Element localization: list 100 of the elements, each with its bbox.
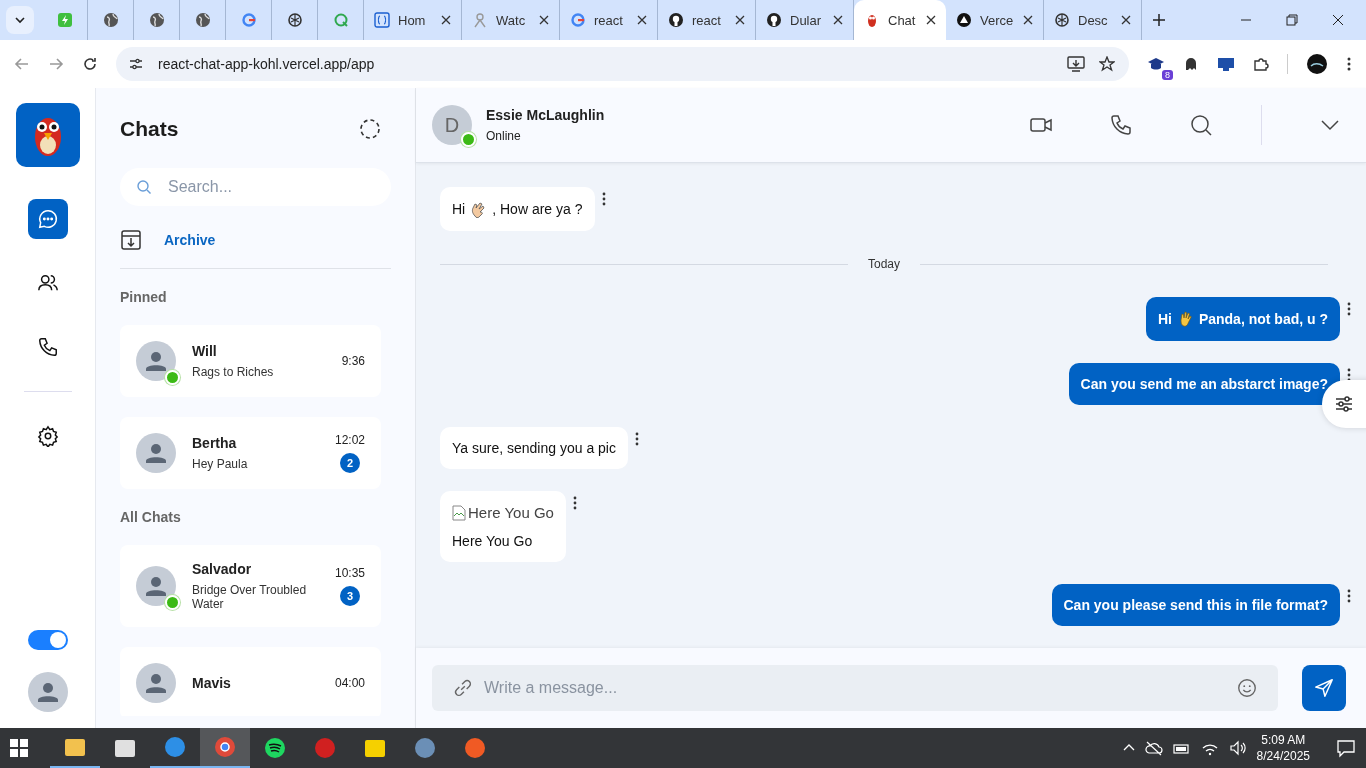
google-favicon-icon [570, 12, 586, 28]
globe-favicon-icon [194, 12, 211, 28]
last-message: Hey Paula [192, 457, 249, 471]
close-icon[interactable] [1332, 14, 1344, 26]
close-icon[interactable] [926, 15, 936, 25]
contact-name: Bertha [192, 435, 238, 451]
user-avatar-icon[interactable] [27, 672, 68, 712]
message-options-icon[interactable] [633, 431, 640, 447]
globe-favicon-icon [102, 12, 119, 28]
contact-avatar: D [432, 105, 472, 145]
theme-toggle[interactable] [27, 630, 68, 650]
graduation-cap-icon[interactable] [1147, 56, 1165, 72]
windows-start-icon[interactable] [10, 739, 28, 757]
message-time: 9:36 [341, 354, 365, 368]
chat-item[interactable]: Mavis 04:00 [120, 647, 381, 716]
contact-avatar-icon [136, 566, 176, 606]
app-favicon-icon [56, 12, 73, 28]
google-favicon-icon [240, 12, 257, 28]
clock-date: 8/24/2025 [1256, 749, 1310, 763]
site-settings-icon[interactable] [128, 56, 144, 72]
close-icon[interactable] [1121, 15, 1131, 25]
puzzle-icon[interactable] [1253, 56, 1269, 72]
section-heading: All Chats [120, 509, 182, 525]
address-field[interactable]: react-chat-app-kohl.vercel.app/app [116, 47, 1129, 81]
ghost-icon[interactable] [1183, 56, 1199, 72]
send-icon [1313, 677, 1335, 699]
cloud-off-icon[interactable] [1144, 740, 1163, 756]
contact-name: Will [192, 343, 218, 359]
close-icon[interactable] [833, 15, 843, 25]
close-icon[interactable] [539, 15, 549, 25]
extension-badge: 8 [1162, 70, 1173, 80]
notifications-icon[interactable] [1336, 738, 1356, 758]
dashed-circle-icon[interactable] [359, 118, 381, 140]
message-options-icon[interactable] [1346, 301, 1352, 317]
tab-title: react [594, 12, 624, 28]
close-icon[interactable] [1023, 15, 1033, 25]
reload-icon[interactable] [82, 56, 98, 72]
tab-title: Desc [1078, 12, 1109, 28]
message-bubble: Ya sure, sending you a pic [440, 427, 628, 469]
restore-icon[interactable] [1286, 14, 1298, 26]
broken-image-icon [452, 504, 466, 521]
monitor-icon[interactable] [1217, 56, 1235, 72]
tab-title: react [692, 12, 722, 28]
tab-title: Hom [398, 12, 427, 28]
install-icon[interactable] [1067, 56, 1085, 72]
clock-time: 5:09 AM [1261, 733, 1306, 747]
unread-count: 2 [340, 453, 360, 473]
close-icon[interactable] [735, 15, 745, 25]
message-bubble: Can you send me an abstarct image? [1068, 363, 1340, 405]
tab-title: Dular [790, 12, 823, 28]
tab-title: Chat [888, 12, 917, 28]
archive-icon[interactable] [120, 229, 142, 251]
new-tab-icon[interactable] [1152, 13, 1166, 27]
browser-tab[interactable]: Chat [854, 0, 946, 40]
globe-favicon-icon [148, 12, 165, 28]
last-message: Bridge Over Troubled Water [192, 583, 308, 611]
image-caption: Here You Go [452, 533, 534, 549]
message-time: 04:00 [334, 676, 365, 690]
attach-link-icon[interactable] [452, 677, 474, 699]
message-options-icon[interactable] [1346, 588, 1352, 604]
close-icon[interactable] [637, 15, 647, 25]
search-field[interactable]: Search... [120, 168, 391, 206]
message-bubble: Hi Panda, not bad, u ? [1145, 297, 1340, 341]
message-time: 12:02 [334, 433, 365, 447]
speaker-icon[interactable] [1228, 740, 1247, 756]
back-icon[interactable] [14, 56, 30, 72]
last-message: Rags to Riches [192, 365, 275, 379]
message-time: 10:35 [334, 566, 365, 580]
send-button[interactable] [1302, 665, 1346, 711]
chat-item[interactable]: Bertha Hey Paula 12:02 2 [120, 417, 381, 489]
search-icon[interactable] [1189, 113, 1213, 137]
profile-avatar-icon[interactable] [1306, 53, 1328, 75]
forward-icon[interactable] [48, 56, 64, 72]
section-heading: Pinned [120, 289, 168, 305]
chat-item[interactable]: Will Rags to Riches 9:36 [120, 325, 381, 397]
chrome-taskbar-icon[interactable] [200, 728, 250, 768]
tab-title: Verce [980, 12, 1015, 28]
chats-button[interactable] [27, 199, 68, 239]
message-options-icon[interactable] [600, 191, 607, 207]
contact-name: Essie McLaughlin [486, 107, 605, 123]
image-alt-text: Here You Go [468, 504, 554, 521]
close-icon[interactable] [441, 15, 451, 25]
more-icon[interactable] [1346, 56, 1352, 72]
date-divider: Today [868, 257, 900, 271]
contact-avatar-icon [136, 663, 176, 703]
chat-bubble-icon [36, 208, 59, 230]
unread-count: 3 [340, 586, 360, 606]
contact-status: Online [486, 129, 522, 143]
phone-icon[interactable] [1109, 113, 1133, 137]
phone-icon [36, 336, 59, 358]
contact-avatar-icon [136, 341, 176, 381]
star-icon[interactable] [1099, 56, 1115, 72]
emoji-icon[interactable] [1236, 677, 1258, 699]
message-options-icon[interactable] [571, 495, 578, 511]
chat-item[interactable]: Salvador Bridge Over Troubled Water 10:35 3 [120, 545, 381, 627]
tab-search-button[interactable] [6, 6, 34, 34]
message-field[interactable]: Write a message... [432, 665, 1278, 711]
tab-title: Watc [496, 12, 527, 28]
brace-favicon-icon [374, 12, 390, 28]
archive-link[interactable]: Archive [164, 232, 216, 248]
